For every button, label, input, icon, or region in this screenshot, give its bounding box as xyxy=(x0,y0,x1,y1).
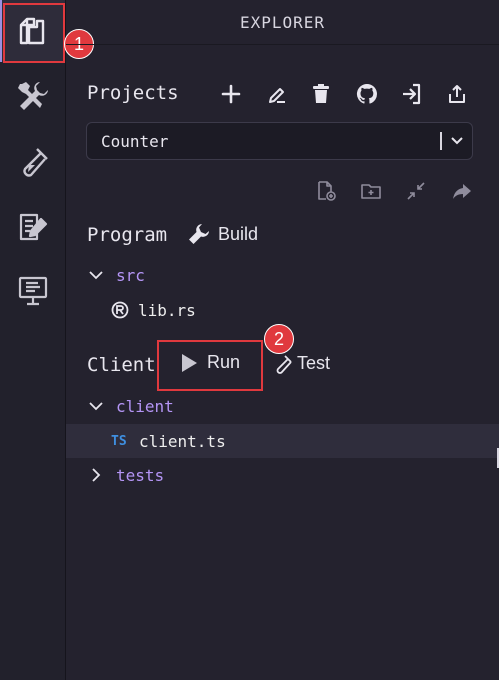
document-pencil-icon xyxy=(19,213,47,241)
rust-icon xyxy=(111,301,129,319)
projects-label: Projects xyxy=(87,82,179,104)
test-tube-icon xyxy=(276,354,292,374)
folder-name: src xyxy=(116,265,145,285)
app-root: 1 EXPLORER Projects Counter Program Buil… xyxy=(0,0,499,680)
typescript-icon: TS xyxy=(111,433,127,449)
program-label: Program xyxy=(87,224,168,246)
activity-explorer-button[interactable] xyxy=(0,0,65,62)
activity-test-button[interactable] xyxy=(0,132,65,194)
test-label: Test xyxy=(297,353,331,373)
plus-icon xyxy=(221,84,241,104)
tree-file-client-ts[interactable]: TS client.ts xyxy=(66,424,499,458)
github-icon xyxy=(356,83,377,104)
run-label: Run xyxy=(207,352,241,372)
wrench-icon xyxy=(189,224,209,244)
build-button[interactable]: Build xyxy=(188,223,258,245)
tree-folder-src[interactable]: src xyxy=(66,258,499,292)
activity-tutorials-button[interactable] xyxy=(0,196,65,258)
trash-icon xyxy=(313,84,329,103)
collapse-icon xyxy=(407,182,425,200)
folder-name: client xyxy=(116,396,174,416)
delete-project-button[interactable] xyxy=(307,80,335,108)
new-file-button[interactable] xyxy=(313,178,339,204)
chevron-down-icon xyxy=(451,137,463,145)
github-button[interactable] xyxy=(353,80,381,108)
collapse-all-button[interactable] xyxy=(403,178,429,204)
chevron-down-icon xyxy=(89,402,103,411)
share-icon xyxy=(453,184,471,199)
activity-monitor-button[interactable] xyxy=(0,260,65,322)
new-folder-button[interactable] xyxy=(358,178,384,204)
share-button[interactable] xyxy=(449,178,475,204)
project-select-value: Counter xyxy=(101,132,169,151)
test-tube-icon xyxy=(22,148,48,177)
monitor-icon xyxy=(18,276,47,306)
test-button[interactable]: Test xyxy=(273,353,330,374)
tools-icon xyxy=(17,82,48,110)
select-separator xyxy=(440,132,442,150)
tree-folder-tests[interactable]: tests xyxy=(66,458,499,492)
file-name: client.ts xyxy=(139,431,226,451)
activity-bar xyxy=(0,0,66,680)
new-file-icon xyxy=(318,181,336,201)
new-project-button[interactable] xyxy=(217,80,245,108)
chevron-right-icon xyxy=(92,468,101,482)
new-folder-icon xyxy=(361,184,381,199)
client-label: Client xyxy=(87,354,156,376)
rename-project-button[interactable] xyxy=(263,80,291,108)
chevron-down-icon xyxy=(89,271,103,280)
tree-folder-client[interactable]: client xyxy=(66,389,499,423)
annotation-badge-2: 2 xyxy=(264,324,294,354)
play-icon xyxy=(182,353,197,372)
build-label: Build xyxy=(218,223,259,244)
folder-name: tests xyxy=(116,465,165,485)
import-project-button[interactable] xyxy=(398,80,426,108)
activity-build-button[interactable] xyxy=(0,66,65,128)
files-icon xyxy=(19,17,44,45)
import-icon xyxy=(403,83,421,105)
project-select[interactable]: Counter xyxy=(86,122,473,160)
tree-file-lib-rs[interactable]: lib.rs xyxy=(66,293,499,327)
export-project-button[interactable] xyxy=(443,80,471,108)
file-name: lib.rs xyxy=(138,300,196,320)
rename-pencil-icon xyxy=(269,88,285,103)
panel-title: EXPLORER xyxy=(66,0,499,45)
export-icon xyxy=(449,85,465,103)
run-button[interactable]: Run xyxy=(179,352,240,373)
